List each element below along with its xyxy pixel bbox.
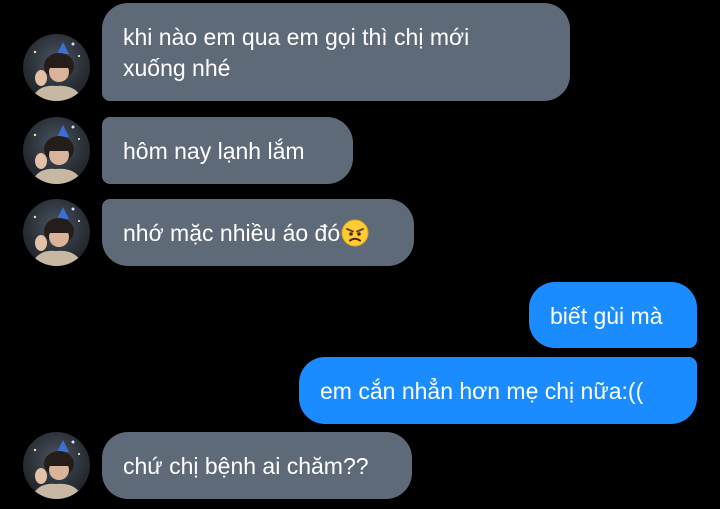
- message-text: nhớ mặc nhiều áo đó: [123, 220, 341, 246]
- incoming-message-bubble[interactable]: chứ chị bệnh ai chăm??: [102, 432, 412, 499]
- avatar-photo: [31, 42, 83, 101]
- avatar-photo: [31, 440, 83, 499]
- angry-face-emoji: [341, 219, 369, 247]
- sender-avatar[interactable]: [23, 199, 90, 266]
- message-text: hôm nay lạnh lắm: [123, 138, 305, 164]
- message-text: biết gùi mà: [550, 303, 663, 329]
- message-text: khi nào em qua em gọi thì chị mới: [123, 24, 470, 50]
- sender-avatar[interactable]: [23, 432, 90, 499]
- sender-avatar[interactable]: [23, 117, 90, 184]
- message-text: em cắn nhẳn hơn mẹ chị nữa:((: [320, 378, 644, 404]
- sender-avatar[interactable]: [23, 34, 90, 101]
- outgoing-message-bubble[interactable]: em cắn nhẳn hơn mẹ chị nữa:((: [299, 357, 697, 424]
- message-text: xuống nhé: [123, 55, 231, 81]
- avatar-photo: [31, 207, 83, 266]
- incoming-message-bubble[interactable]: nhớ mặc nhiều áo đó: [102, 199, 414, 266]
- incoming-message-bubble[interactable]: hôm nay lạnh lắm: [102, 117, 353, 184]
- avatar-photo: [31, 125, 83, 184]
- message-text: chứ chị bệnh ai chăm??: [123, 453, 369, 479]
- incoming-message-bubble[interactable]: khi nào em qua em gọi thì chị mới xuống …: [102, 3, 570, 101]
- outgoing-message-bubble[interactable]: biết gùi mà: [529, 282, 697, 348]
